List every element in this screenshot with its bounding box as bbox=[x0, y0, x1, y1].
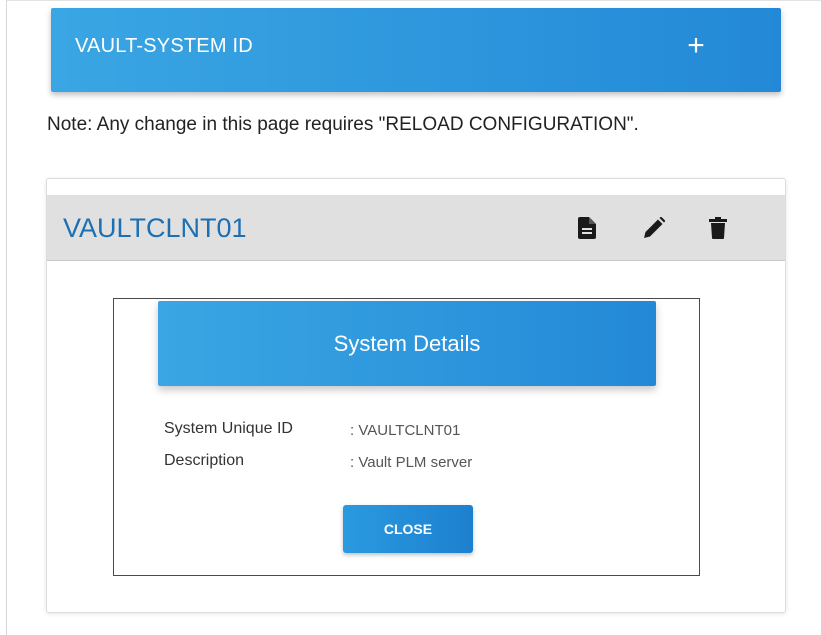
plus-icon: + bbox=[687, 29, 705, 62]
vault-system-header: VAULT-SYSTEM ID + bbox=[51, 8, 781, 92]
system-card: VAULTCLNT01 System Details System Unique… bbox=[46, 178, 786, 613]
document-icon bbox=[578, 217, 596, 239]
reload-note: Note: Any change in this page requires "… bbox=[47, 114, 639, 135]
pencil-icon bbox=[643, 217, 665, 239]
detail-label: System Unique ID bbox=[164, 420, 293, 437]
view-details-button[interactable] bbox=[572, 213, 602, 243]
dialog-title: System Details bbox=[158, 301, 656, 386]
detail-label: Description bbox=[164, 452, 245, 469]
add-button[interactable]: + bbox=[676, 26, 716, 66]
card-header: VAULTCLNT01 bbox=[47, 195, 785, 261]
detail-value: : VAULTCLNT01 bbox=[350, 422, 461, 439]
edit-button[interactable] bbox=[639, 213, 669, 243]
close-button[interactable]: CLOSE bbox=[343, 505, 473, 553]
system-details-dialog: System Details System Unique ID : VAULTC… bbox=[113, 298, 700, 576]
delete-button[interactable] bbox=[703, 213, 733, 243]
trash-icon bbox=[709, 217, 727, 239]
header-title: VAULT-SYSTEM ID bbox=[75, 35, 253, 57]
detail-value: : Vault PLM server bbox=[350, 454, 473, 471]
card-title: VAULTCLNT01 bbox=[63, 213, 247, 243]
